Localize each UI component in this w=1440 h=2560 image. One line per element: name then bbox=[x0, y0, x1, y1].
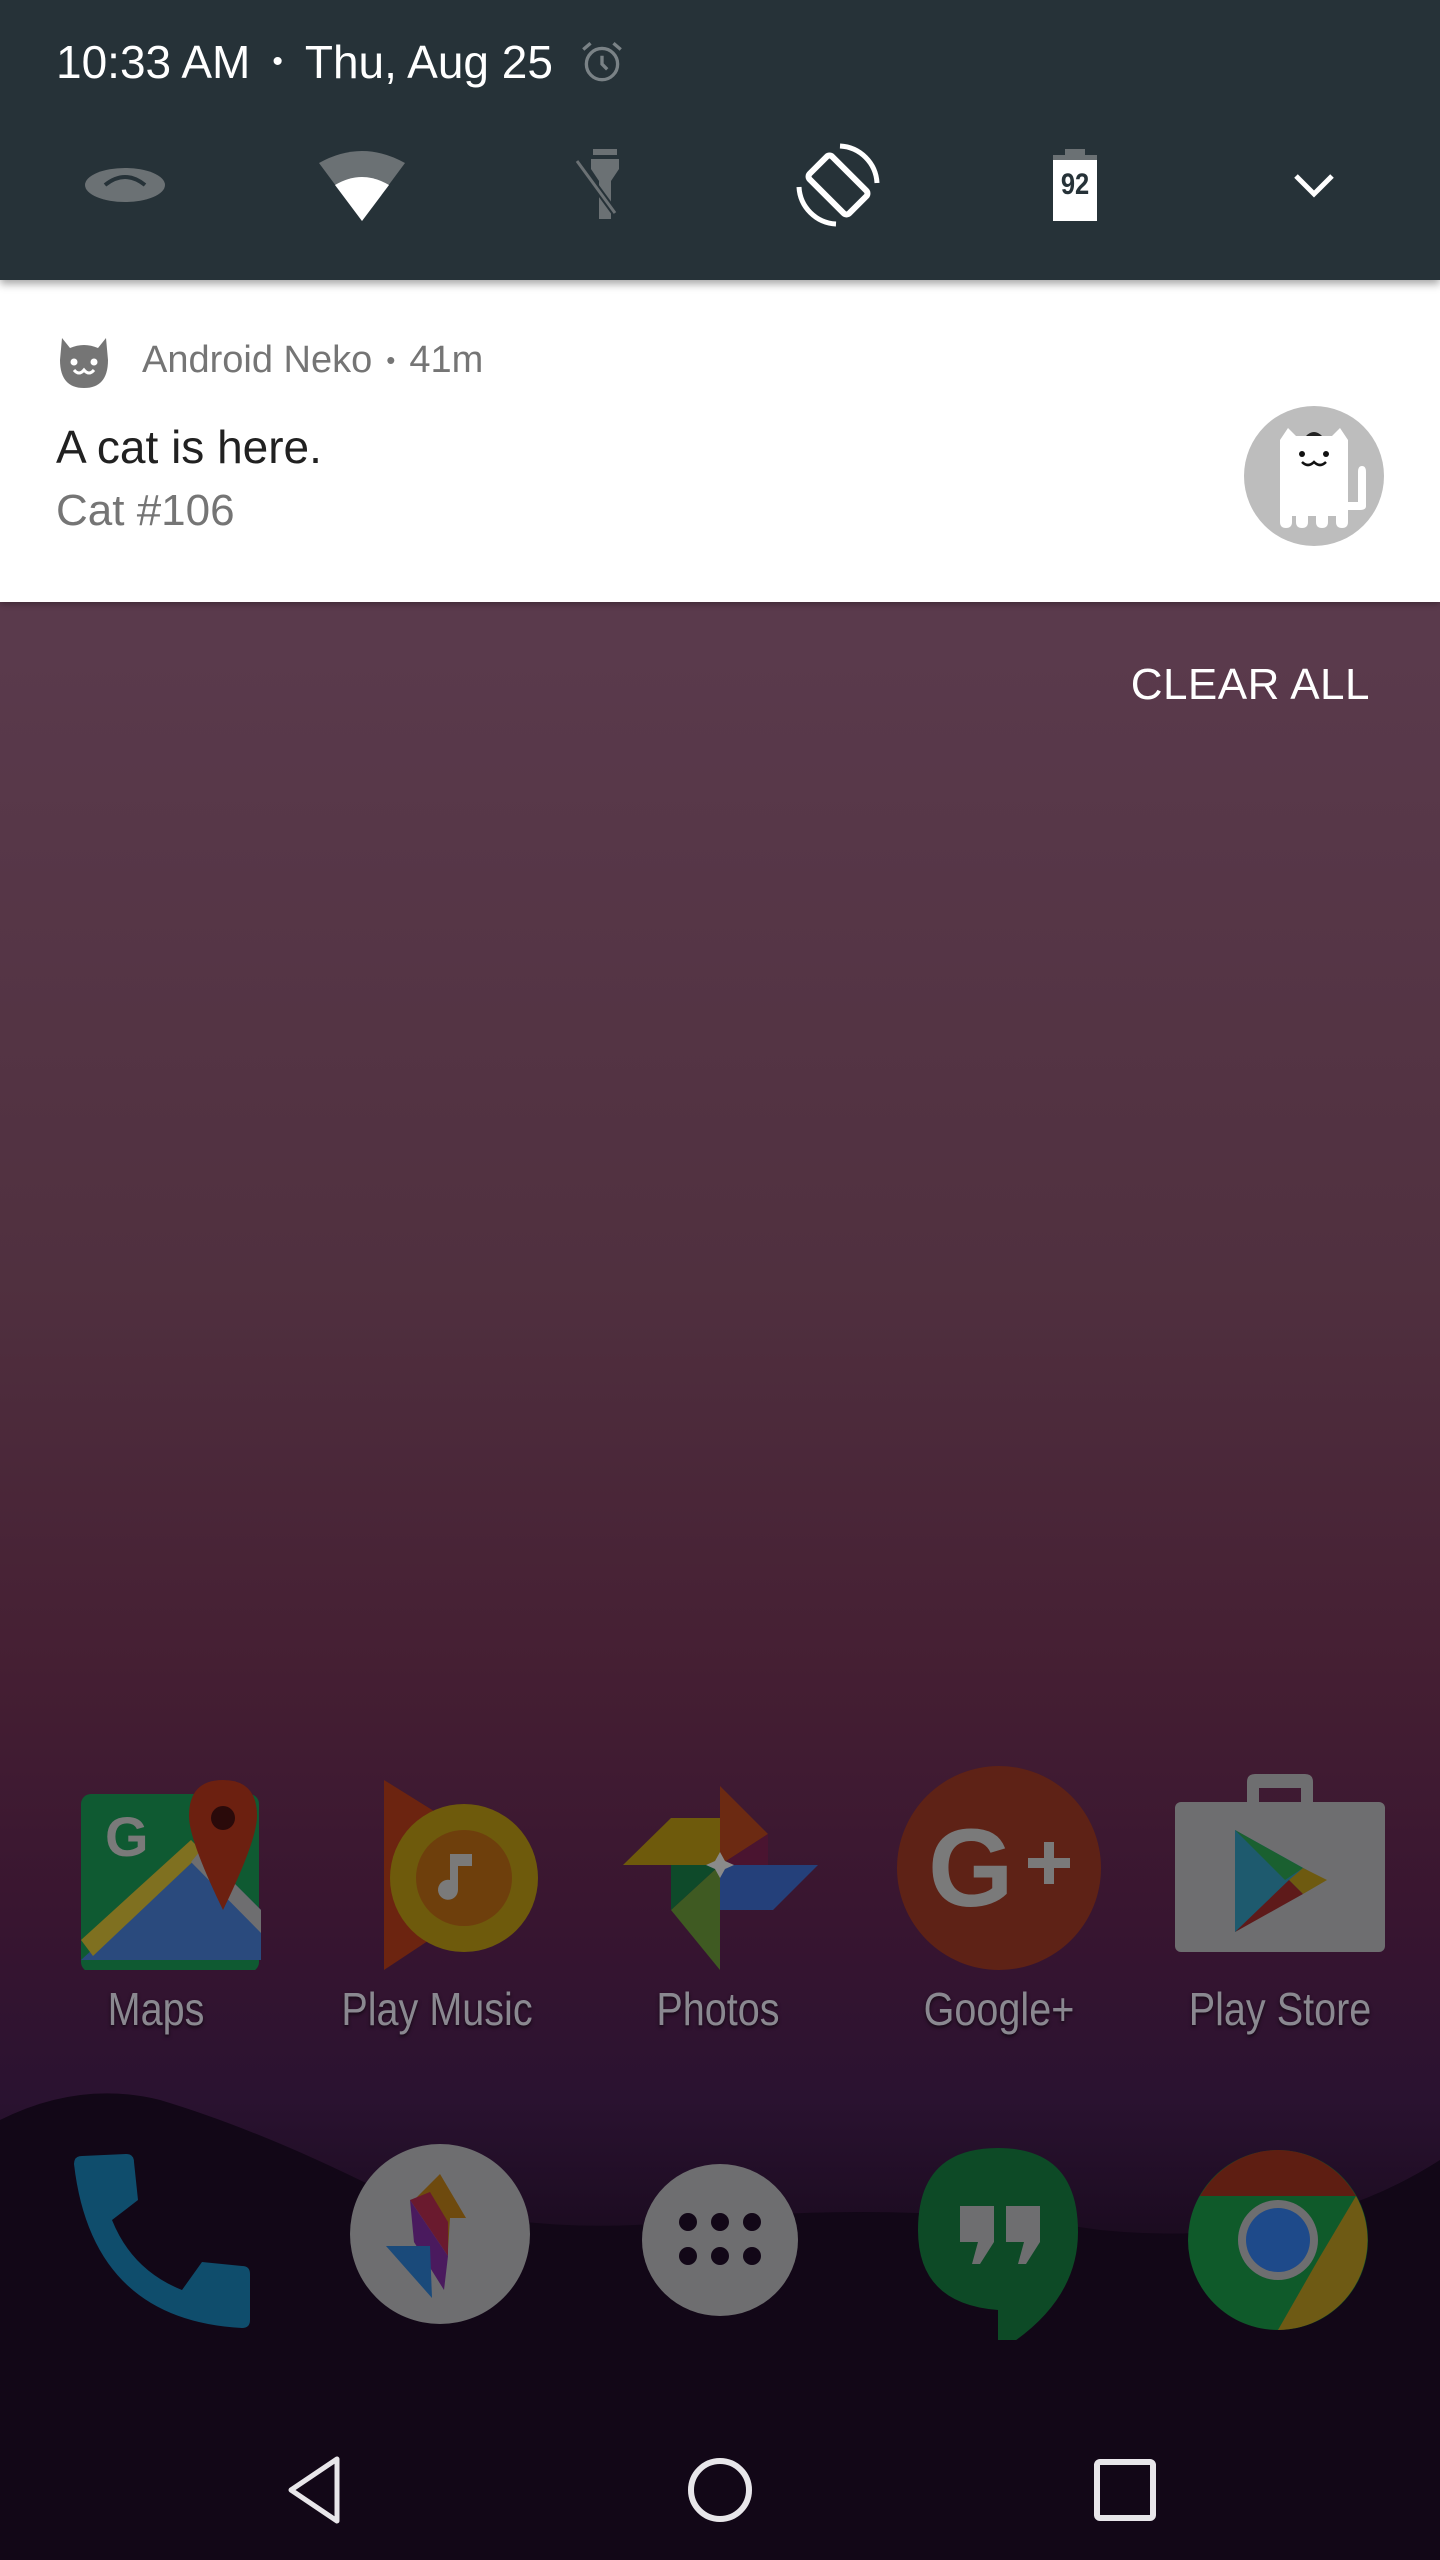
chevron-down-icon bbox=[1294, 174, 1334, 198]
photos-icon bbox=[623, 1786, 818, 1970]
clear-all-button[interactable]: CLEAR ALL bbox=[1131, 660, 1370, 710]
app-label: Play Store bbox=[1188, 1983, 1372, 2035]
app-play-music[interactable]: Play Music bbox=[296, 1760, 578, 2040]
phone-icon bbox=[74, 2154, 250, 2328]
notification-header: Android Neko • 41m bbox=[56, 332, 483, 388]
play-store-icon bbox=[1175, 1774, 1385, 1952]
battery-level: 92 bbox=[1060, 168, 1090, 201]
dock-allo[interactable] bbox=[340, 2140, 540, 2340]
app-google-plus[interactable]: G Google+ bbox=[858, 1760, 1140, 2040]
notification-time: 41m bbox=[409, 338, 484, 381]
notification-text: Cat #106 bbox=[56, 486, 235, 535]
flashlight-off-icon bbox=[575, 149, 619, 219]
notification-card[interactable]: Android Neko • 41m A cat is here. Cat #1… bbox=[0, 280, 1440, 602]
date[interactable]: Thu, Aug 25 bbox=[305, 35, 553, 89]
back-button[interactable] bbox=[255, 2440, 375, 2540]
auto-rotate-icon bbox=[796, 143, 880, 227]
tile-wifi[interactable] bbox=[302, 140, 422, 230]
app-drawer-icon bbox=[642, 2164, 798, 2316]
dock-hangouts[interactable] bbox=[898, 2140, 1098, 2352]
allo-icon bbox=[350, 2144, 530, 2324]
data-saver-icon bbox=[85, 168, 165, 202]
back-icon bbox=[288, 2456, 340, 2524]
app-label: Photos bbox=[656, 1983, 780, 2035]
wifi-icon bbox=[319, 151, 405, 221]
home-button[interactable] bbox=[660, 2440, 780, 2540]
notification-title: A cat is here. bbox=[56, 421, 322, 473]
separator: • bbox=[386, 344, 396, 375]
recents-button[interactable] bbox=[1065, 2440, 1185, 2540]
navigation-bar bbox=[0, 2400, 1440, 2560]
tile-battery[interactable]: 92 bbox=[1015, 140, 1135, 230]
app-play-store[interactable]: Play Store bbox=[1139, 1760, 1421, 2040]
tile-data-saver[interactable] bbox=[65, 140, 185, 230]
google-plus-icon: G bbox=[897, 1766, 1101, 1970]
dock-phone[interactable] bbox=[62, 2140, 262, 2340]
notification-app-name: Android Neko bbox=[142, 338, 373, 381]
expand-button[interactable] bbox=[1254, 140, 1374, 230]
quick-settings-header: 10:33 AM • Thu, Aug 25 92 bbox=[0, 0, 1440, 280]
app-maps[interactable]: G Maps bbox=[15, 1760, 297, 2040]
tile-flashlight[interactable] bbox=[540, 140, 660, 230]
app-label: Play Music bbox=[341, 1983, 533, 2035]
play-music-icon bbox=[384, 1780, 538, 1970]
recents-icon bbox=[1094, 2459, 1156, 2521]
chrome-icon bbox=[1188, 2150, 1368, 2330]
maps-icon: G bbox=[81, 1780, 261, 1970]
app-label: Google+ bbox=[923, 1983, 1075, 2035]
neko-cat-icon bbox=[1244, 406, 1384, 546]
svg-text:G: G bbox=[928, 1807, 1014, 1930]
app-drawer-button[interactable] bbox=[620, 2140, 820, 2340]
separator: • bbox=[272, 45, 283, 78]
home-app-row: G Maps Play Music Photos G Google+ Play … bbox=[0, 1760, 1440, 2040]
dock-chrome[interactable] bbox=[1178, 2140, 1378, 2340]
dock bbox=[0, 2140, 1440, 2352]
tile-auto-rotate[interactable] bbox=[778, 140, 898, 230]
cat-face-icon bbox=[60, 338, 108, 388]
clock-time: 10:33 AM bbox=[56, 36, 251, 88]
app-photos[interactable]: Photos bbox=[577, 1760, 859, 2040]
alarm-clock-icon[interactable] bbox=[577, 37, 627, 87]
svg-text:G: G bbox=[105, 1805, 149, 1868]
home-icon bbox=[688, 2458, 752, 2522]
status-header: 10:33 AM • Thu, Aug 25 bbox=[56, 30, 627, 94]
app-label: Maps bbox=[107, 1983, 205, 2035]
hangouts-icon bbox=[918, 2148, 1078, 2352]
quick-settings-tiles: 92 bbox=[0, 140, 1440, 230]
